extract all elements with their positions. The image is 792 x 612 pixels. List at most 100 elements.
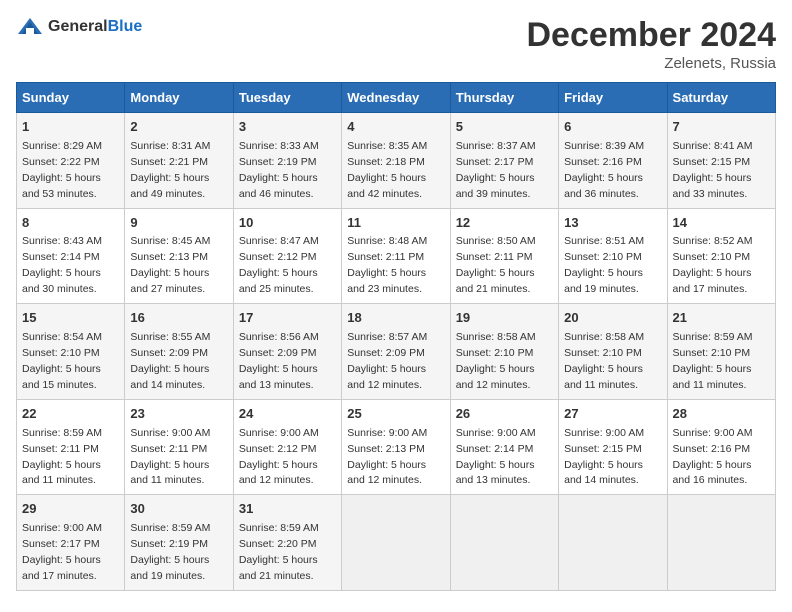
day-number: 31 — [239, 500, 336, 519]
day-info: Sunrise: 8:47 AM Sunset: 2:12 PM Dayligh… — [239, 235, 319, 295]
page-header: GeneralBlue December 2024 Zelenets, Russ… — [16, 16, 776, 72]
calendar-header-row: SundayMondayTuesdayWednesdayThursdayFrid… — [17, 83, 776, 113]
day-number: 19 — [456, 309, 553, 328]
calendar-day-cell — [450, 495, 558, 591]
weekday-header: Monday — [125, 83, 233, 113]
calendar-day-cell: 16Sunrise: 8:55 AM Sunset: 2:09 PM Dayli… — [125, 304, 233, 400]
day-number: 4 — [347, 118, 444, 137]
day-number: 22 — [22, 405, 119, 424]
day-number: 26 — [456, 405, 553, 424]
day-info: Sunrise: 8:52 AM Sunset: 2:10 PM Dayligh… — [673, 235, 753, 295]
calendar-day-cell: 7Sunrise: 8:41 AM Sunset: 2:15 PM Daylig… — [667, 113, 775, 209]
day-info: Sunrise: 8:48 AM Sunset: 2:11 PM Dayligh… — [347, 235, 427, 295]
calendar-day-cell: 24Sunrise: 9:00 AM Sunset: 2:12 PM Dayli… — [233, 399, 341, 495]
day-info: Sunrise: 8:59 AM Sunset: 2:19 PM Dayligh… — [130, 522, 210, 582]
day-info: Sunrise: 8:59 AM Sunset: 2:20 PM Dayligh… — [239, 522, 319, 582]
weekday-header: Friday — [559, 83, 667, 113]
day-number: 27 — [564, 405, 661, 424]
calendar-week-row: 8 Sunrise: 8:43 AM Sunset: 2:14 PM Daylig… — [17, 208, 776, 304]
day-info: Sunrise: 8:43 AM Sunset: 2:14 PM Dayligh… — [22, 235, 102, 295]
calendar-week-row: 1Sunrise: 8:29 AM Sunset: 2:22 PM Daylig… — [17, 113, 776, 209]
day-info: Sunrise: 9:00 AM Sunset: 2:17 PM Dayligh… — [22, 522, 102, 582]
location-subtitle: Zelenets, Russia — [526, 55, 776, 72]
month-title: December 2024 — [526, 16, 776, 55]
calendar-day-cell: 17 Sunrise: 8:56 AM Sunset: 2:09 PM Dayli… — [233, 304, 341, 400]
day-number: 2 — [130, 118, 227, 137]
calendar-day-cell: 20 Sunrise: 8:58 AM Sunset: 2:10 PM Dayli… — [559, 304, 667, 400]
calendar-day-cell: 10 Sunrise: 8:47 AM Sunset: 2:12 PM Dayli… — [233, 208, 341, 304]
day-number: 6 — [564, 118, 661, 137]
day-info: Sunrise: 8:57 AM Sunset: 2:09 PM Dayligh… — [347, 331, 427, 391]
day-info: Sunrise: 8:39 AM Sunset: 2:16 PM Dayligh… — [564, 140, 644, 200]
calendar-day-cell — [342, 495, 450, 591]
calendar-day-cell: 23 Sunrise: 9:00 AM Sunset: 2:11 PM Dayli… — [125, 399, 233, 495]
day-number: 30 — [130, 500, 227, 519]
day-number: 5 — [456, 118, 553, 137]
day-info: Sunrise: 9:00 AM Sunset: 2:13 PM Dayligh… — [347, 427, 427, 487]
calendar-day-cell: 1Sunrise: 8:29 AM Sunset: 2:22 PM Daylig… — [17, 113, 125, 209]
day-info: Sunrise: 8:54 AM Sunset: 2:10 PM Dayligh… — [22, 331, 102, 391]
calendar-day-cell: 12 Sunrise: 8:50 AM Sunset: 2:11 PM Dayli… — [450, 208, 558, 304]
day-info: Sunrise: 8:55 AM Sunset: 2:09 PM Dayligh… — [130, 331, 210, 391]
weekday-header: Saturday — [667, 83, 775, 113]
day-number: 13 — [564, 214, 661, 233]
calendar-table: SundayMondayTuesdayWednesdayThursdayFrid… — [16, 82, 776, 591]
day-info: Sunrise: 8:50 AM Sunset: 2:11 PM Dayligh… — [456, 235, 536, 295]
day-info: Sunrise: 9:00 AM Sunset: 2:12 PM Dayligh… — [239, 427, 319, 487]
calendar-day-cell: 4Sunrise: 8:35 AM Sunset: 2:18 PM Daylig… — [342, 113, 450, 209]
calendar-week-row: 29 Sunrise: 9:00 AM Sunset: 2:17 PM Dayli… — [17, 495, 776, 591]
day-info: Sunrise: 8:41 AM Sunset: 2:15 PM Dayligh… — [673, 140, 753, 200]
day-number: 11 — [347, 214, 444, 233]
calendar-day-cell: 28Sunrise: 9:00 AM Sunset: 2:16 PM Dayli… — [667, 399, 775, 495]
day-number: 1 — [22, 118, 119, 137]
day-info: Sunrise: 9:00 AM Sunset: 2:11 PM Dayligh… — [130, 427, 210, 487]
calendar-day-cell: 26 Sunrise: 9:00 AM Sunset: 2:14 PM Dayli… — [450, 399, 558, 495]
day-info: Sunrise: 8:37 AM Sunset: 2:17 PM Dayligh… — [456, 140, 536, 200]
day-info: Sunrise: 8:45 AM Sunset: 2:13 PM Dayligh… — [130, 235, 210, 295]
day-info: Sunrise: 8:59 AM Sunset: 2:10 PM Dayligh… — [673, 331, 753, 391]
logo-icon — [16, 16, 44, 38]
day-number: 17 — [239, 309, 336, 328]
calendar-day-cell — [559, 495, 667, 591]
day-number: 3 — [239, 118, 336, 137]
calendar-week-row: 15 Sunrise: 8:54 AM Sunset: 2:10 PM Dayli… — [17, 304, 776, 400]
calendar-day-cell: 22 Sunrise: 8:59 AM Sunset: 2:11 PM Dayli… — [17, 399, 125, 495]
day-info: Sunrise: 8:58 AM Sunset: 2:10 PM Dayligh… — [564, 331, 644, 391]
day-number: 14 — [673, 214, 770, 233]
logo-blue: Blue — [108, 18, 143, 35]
calendar-day-cell: 11 Sunrise: 8:48 AM Sunset: 2:11 PM Dayli… — [342, 208, 450, 304]
calendar-day-cell: 2 Sunrise: 8:31 AM Sunset: 2:21 PM Daylig… — [125, 113, 233, 209]
day-info: Sunrise: 8:51 AM Sunset: 2:10 PM Dayligh… — [564, 235, 644, 295]
calendar-day-cell: 21 Sunrise: 8:59 AM Sunset: 2:10 PM Dayli… — [667, 304, 775, 400]
day-info: Sunrise: 8:33 AM Sunset: 2:19 PM Dayligh… — [239, 140, 319, 200]
day-info: Sunrise: 9:00 AM Sunset: 2:14 PM Dayligh… — [456, 427, 536, 487]
day-number: 8 — [22, 214, 119, 233]
weekday-header: Thursday — [450, 83, 558, 113]
calendar-day-cell: 19 Sunrise: 8:58 AM Sunset: 2:10 PM Dayli… — [450, 304, 558, 400]
day-number: 20 — [564, 309, 661, 328]
day-number: 15 — [22, 309, 119, 328]
calendar-day-cell: 8 Sunrise: 8:43 AM Sunset: 2:14 PM Daylig… — [17, 208, 125, 304]
calendar-day-cell: 15 Sunrise: 8:54 AM Sunset: 2:10 PM Dayli… — [17, 304, 125, 400]
calendar-day-cell: 30 Sunrise: 8:59 AM Sunset: 2:19 PM Dayli… — [125, 495, 233, 591]
day-info: Sunrise: 8:59 AM Sunset: 2:11 PM Dayligh… — [22, 427, 102, 487]
day-number: 10 — [239, 214, 336, 233]
calendar-body: 1Sunrise: 8:29 AM Sunset: 2:22 PM Daylig… — [17, 113, 776, 591]
logo-general: General — [48, 18, 108, 35]
day-number: 29 — [22, 500, 119, 519]
day-info: Sunrise: 9:00 AM Sunset: 2:15 PM Dayligh… — [564, 427, 644, 487]
day-number: 18 — [347, 309, 444, 328]
title-area: December 2024 Zelenets, Russia — [526, 16, 776, 72]
day-number: 23 — [130, 405, 227, 424]
calendar-day-cell: 29 Sunrise: 9:00 AM Sunset: 2:17 PM Dayli… — [17, 495, 125, 591]
calendar-day-cell: 13 Sunrise: 8:51 AM Sunset: 2:10 PM Dayli… — [559, 208, 667, 304]
day-info: Sunrise: 8:56 AM Sunset: 2:09 PM Dayligh… — [239, 331, 319, 391]
day-info: Sunrise: 8:31 AM Sunset: 2:21 PM Dayligh… — [130, 140, 210, 200]
day-number: 12 — [456, 214, 553, 233]
day-info: Sunrise: 8:58 AM Sunset: 2:10 PM Dayligh… — [456, 331, 536, 391]
weekday-header: Tuesday — [233, 83, 341, 113]
calendar-day-cell — [667, 495, 775, 591]
calendar-day-cell: 14 Sunrise: 8:52 AM Sunset: 2:10 PM Dayli… — [667, 208, 775, 304]
calendar-day-cell: 25Sunrise: 9:00 AM Sunset: 2:13 PM Dayli… — [342, 399, 450, 495]
day-number: 21 — [673, 309, 770, 328]
